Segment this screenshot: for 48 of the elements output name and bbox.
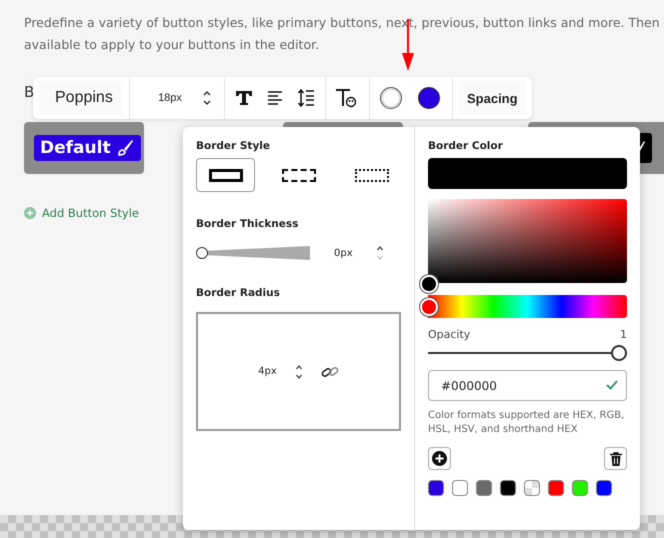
section-title: Border Style [196,140,272,152]
solid-border-option[interactable] [196,158,255,192]
section-label: B [24,83,34,101]
hue-slider[interactable] [419,295,627,318]
opacity-slider[interactable] [428,344,627,362]
picker-handle[interactable] [420,275,438,293]
bold-text-icon[interactable] [235,90,253,106]
hex-input-field[interactable]: #000000 [428,370,627,401]
border-color-swatch[interactable] [380,87,402,109]
color-preset[interactable] [548,480,564,496]
opacity-value: 1 [620,328,627,341]
style-card[interactable]: Default [24,122,144,174]
add-color-button[interactable] [428,447,451,470]
thickness-slider[interactable] [196,245,310,261]
radius-value[interactable]: 4px [258,366,277,377]
section-title: Border Thickness [196,218,300,230]
description-text: available to apply to your buttons in the editor. [24,36,320,54]
section-title: Border Radius [196,287,281,299]
color-preset[interactable] [428,480,444,496]
fill-color-swatch[interactable] [418,87,440,109]
plus-icon [432,451,447,466]
hue-handle[interactable] [420,298,438,316]
add-button-style-link[interactable]: Add Button Style [42,206,139,220]
slider-thumb[interactable] [196,247,208,259]
align-left-icon[interactable] [267,90,283,106]
trash-icon [610,452,622,466]
text-color-icon[interactable] [335,88,357,108]
thickness-value: 0px [334,248,354,258]
format-hint: Color formats supported are HEX, RGB, HSL, HSV, and shorthand HEX [428,409,626,437]
default-style-button[interactable]: Default [34,135,141,161]
spacing-button[interactable]: Spacing [459,81,526,115]
saturation-picker[interactable] [428,199,627,283]
font-size-value[interactable]: 18px [140,92,200,104]
stepper-icon[interactable] [376,244,384,262]
link-icon[interactable] [320,364,339,378]
color-preset[interactable] [452,480,468,496]
section-title: Border Color [428,140,504,152]
color-preset[interactable] [596,480,612,496]
color-preset[interactable] [476,480,492,496]
stepper-icon[interactable] [294,364,303,380]
color-preset[interactable] [572,480,588,496]
opacity-label: Opacity [428,328,470,341]
delete-color-button[interactable] [604,447,627,470]
transparent-preset[interactable] [524,480,540,496]
slider-thumb[interactable] [611,345,627,361]
color-preset[interactable] [500,480,516,496]
line-height-icon[interactable] [297,89,315,107]
font-dropdown[interactable]: Poppins [39,81,123,115]
